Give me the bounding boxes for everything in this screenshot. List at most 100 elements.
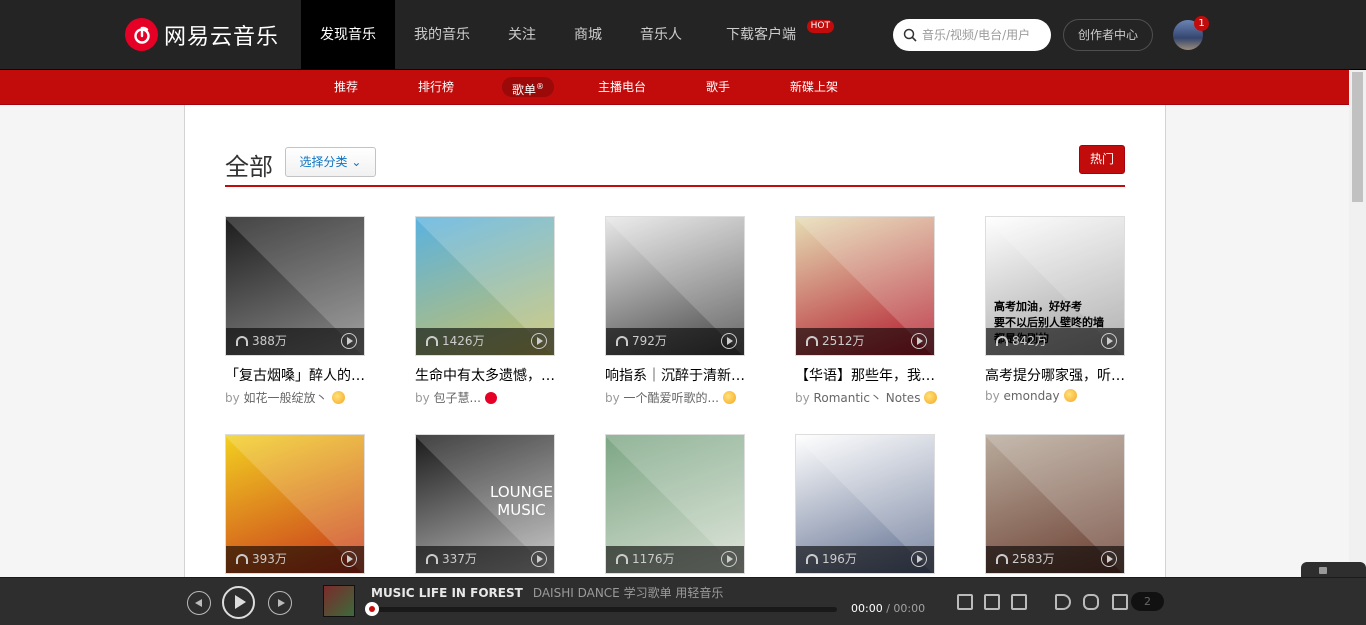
nav-follow[interactable]: 关注 — [489, 0, 555, 70]
playlist-cover[interactable]: 1426万 — [415, 216, 555, 356]
now-playing-cover[interactable] — [323, 585, 355, 617]
playlist-cover[interactable]: 393万 — [225, 434, 365, 574]
creator-center-button[interactable]: 创作者中心 — [1063, 19, 1153, 51]
playlist-cover[interactable]: LOUNGE MUSIC 337万 — [415, 434, 555, 574]
author-name[interactable]: 包子慧... — [434, 391, 481, 405]
progress-knob[interactable] — [365, 602, 379, 616]
netease-music-logo-icon — [125, 18, 158, 51]
volume-icon[interactable] — [1055, 594, 1071, 610]
progress-bar[interactable] — [365, 602, 837, 616]
play-icon[interactable] — [1101, 551, 1117, 567]
subnav-playlists[interactable]: 歌单® — [502, 77, 555, 97]
playlist-cover[interactable]: 196万 — [795, 434, 935, 574]
play-icon[interactable] — [341, 333, 357, 349]
author-name[interactable]: 如花一般绽放丶 — [244, 391, 328, 405]
pip-icon[interactable] — [957, 594, 973, 610]
hot-sort-button[interactable]: 热门 — [1079, 145, 1125, 174]
play-count: 196万 — [822, 552, 857, 566]
cover-info-bar: 2512万 — [796, 328, 934, 355]
cover-info-bar: 1426万 — [416, 328, 554, 355]
subnav-recommend[interactable]: 推荐 — [324, 77, 368, 97]
play-count: 1176万 — [632, 552, 675, 566]
play-icon[interactable] — [911, 333, 927, 349]
cover-info-bar: 1176万 — [606, 546, 744, 573]
playlist-author: by 如花一般绽放丶 — [225, 389, 365, 406]
playlist-cover[interactable]: 2583万 — [985, 434, 1125, 574]
cover-text: LOUNGE MUSIC — [490, 483, 553, 519]
playlist-queue-icon[interactable] — [1112, 594, 1128, 610]
previous-icon[interactable] — [187, 591, 211, 615]
nav-discover[interactable]: 发现音乐 — [301, 0, 395, 70]
loop-icon[interactable] — [1083, 594, 1099, 610]
nav-download-client[interactable]: 下载客户端 HOT — [726, 0, 834, 70]
play-icon[interactable] — [222, 586, 255, 619]
playlist-cover[interactable]: 2512万 — [795, 216, 935, 356]
author-name[interactable]: emonday — [1004, 389, 1060, 403]
playlist-cover[interactable]: 1176万 — [605, 434, 745, 574]
author-name[interactable]: Romantic丶 Notes — [814, 391, 921, 405]
lock-icon[interactable] — [1319, 567, 1327, 574]
playlist-name[interactable]: 「复古烟嗓」醉人的… — [225, 365, 365, 385]
play-icon[interactable] — [531, 551, 547, 567]
play-icon[interactable] — [721, 333, 737, 349]
scrollbar-thumb[interactable] — [1352, 72, 1363, 202]
logo[interactable]: 网易云音乐 — [125, 18, 279, 51]
headphones-icon — [806, 554, 818, 564]
play-time: 00:00 / 00:00 — [851, 602, 925, 615]
cover-info-bar: 196万 — [796, 546, 934, 573]
next-icon[interactable] — [268, 591, 292, 615]
play-count: 1426万 — [442, 334, 485, 348]
playlist-cover[interactable]: 388万 — [225, 216, 365, 356]
by-prefix: by — [795, 391, 810, 405]
author-name[interactable]: 一个酷爱听歌的... — [624, 391, 719, 405]
search-input[interactable] — [922, 28, 1046, 42]
nav-download-label: 下载客户端 — [726, 27, 796, 43]
subnav-new-albums[interactable]: 新碟上架 — [780, 77, 848, 97]
by-prefix: by — [415, 391, 430, 405]
song-artist[interactable]: DAISHI DANCE 学习歌单 用轻音乐 — [533, 586, 724, 600]
playlist-name[interactable]: 【华语】那些年，我… — [795, 365, 935, 385]
playlist-name[interactable]: 响指系｜沉醉于清新… — [605, 365, 745, 385]
subnav-radio[interactable]: 主播电台 — [588, 77, 656, 97]
play-count: 842万 — [1012, 334, 1047, 348]
subnav-playlists-label: 歌单 — [512, 83, 537, 97]
play-count: 792万 — [632, 334, 667, 348]
play-icon[interactable] — [531, 333, 547, 349]
headphones-icon — [236, 336, 248, 346]
playlist-name[interactable]: 生命中有太多遗憾，… — [415, 365, 555, 385]
cover-info-bar: 842万 — [986, 328, 1124, 355]
subnav-charts[interactable]: 排行榜 — [408, 77, 464, 97]
queue-count[interactable]: 2 — [1131, 592, 1164, 611]
play-count: 2512万 — [822, 334, 865, 348]
content-area: 全部 选择分类 ⌄ 热门 388万 「复古烟嗓」醉人的… by 如花一般绽放丶 … — [184, 105, 1166, 577]
cover-info-bar: 337万 — [416, 546, 554, 573]
chevron-down-icon: ⌄ — [351, 155, 362, 169]
subnav-artists[interactable]: 歌手 — [696, 77, 740, 97]
cover-info-bar: 388万 — [226, 328, 364, 355]
top-bar: 网易云音乐 发现音乐 我的音乐 关注 商城 音乐人 下载客户端 HOT 创作者中心… — [0, 0, 1366, 70]
add-to-playlist-icon[interactable] — [984, 594, 1000, 610]
current-time: 00:00 — [851, 602, 883, 615]
select-category-button[interactable]: 选择分类 ⌄ — [285, 147, 376, 177]
section-title: 全部 — [225, 153, 273, 181]
play-icon[interactable] — [721, 551, 737, 567]
search-box[interactable] — [893, 19, 1051, 51]
cover-info-bar: 393万 — [226, 546, 364, 573]
playlist-cover[interactable]: 高考加油，好好考 要不以后别人壁咚的墙 都是你刷的 842万 — [985, 216, 1125, 356]
vip-badge-icon — [331, 391, 345, 404]
playlist-name[interactable]: 高考提分哪家强，听… — [985, 365, 1125, 385]
play-icon[interactable] — [1101, 333, 1117, 349]
player-lock-tab[interactable] — [1301, 562, 1366, 578]
play-icon[interactable] — [341, 551, 357, 567]
page-scrollbar[interactable] — [1349, 70, 1366, 577]
vip-badge-icon — [1063, 389, 1077, 402]
share-icon[interactable] — [1011, 594, 1027, 610]
nav-my-music[interactable]: 我的音乐 — [395, 0, 489, 70]
vip-badge-icon — [723, 391, 736, 404]
nav-musician[interactable]: 音乐人 — [621, 0, 701, 70]
song-title[interactable]: MUSIC LIFE IN FOREST — [371, 586, 523, 600]
by-prefix: by — [985, 389, 1000, 403]
playlist-cover[interactable]: 792万 — [605, 216, 745, 356]
nav-mall[interactable]: 商城 — [555, 0, 621, 70]
play-icon[interactable] — [911, 551, 927, 567]
